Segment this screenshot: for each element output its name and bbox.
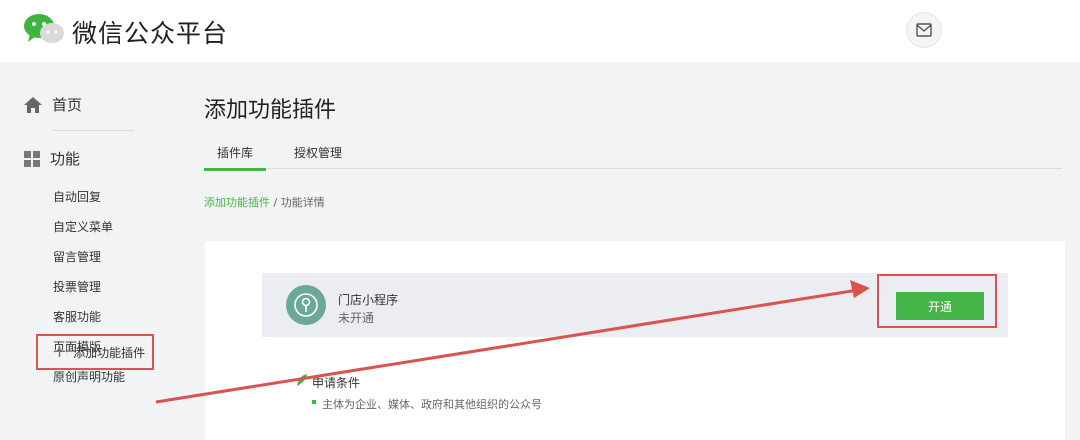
sidebar-item-add-plugin-label: 添加功能插件 — [73, 345, 146, 360]
page-title: 添加功能插件 — [204, 98, 337, 123]
plugin-name: 门店小程序 — [338, 293, 399, 307]
bullet-icon — [312, 400, 316, 404]
breadcrumb-separator: / — [273, 196, 278, 209]
store-miniprogram-icon — [286, 285, 326, 325]
sidebar-divider — [52, 130, 134, 131]
breadcrumb-current: 功能详情 — [280, 196, 325, 209]
tab-authorization[interactable]: 授权管理 — [294, 144, 342, 161]
sidebar-item-original-declaration[interactable]: 原创声明功能 — [53, 368, 125, 385]
grid-icon — [24, 150, 40, 167]
conditions-title: 申请条件 — [312, 376, 361, 390]
plugin-status: 未开通 — [338, 311, 375, 325]
condition-item: 主体为企业、媒体、政府和其他组织的公众号 — [322, 398, 542, 411]
tab-plugin-library[interactable]: 插件库 — [204, 144, 266, 171]
sidebar-item-comments[interactable]: 留言管理 — [53, 248, 101, 265]
sidebar-item-home[interactable]: 首页 — [24, 94, 82, 115]
wechat-logo-icon[interactable] — [22, 12, 66, 46]
leaf-icon — [297, 374, 307, 386]
mail-icon — [916, 23, 932, 37]
plus-icon: + — [52, 341, 68, 362]
top-bar: 微信公众平台 — [0, 0, 1080, 62]
sidebar-item-auto-reply[interactable]: 自动回复 — [53, 188, 101, 205]
brand-title[interactable]: 微信公众平台 — [72, 14, 228, 50]
mail-button[interactable] — [906, 12, 942, 48]
breadcrumb-link-add-plugin[interactable]: 添加功能插件 — [204, 196, 270, 209]
sidebar: 首页 功能 自动回复 自定义菜单 留言管理 投票管理 客服功能 页面模版 原创声… — [0, 62, 175, 440]
sidebar-group-features[interactable]: 功能 — [24, 148, 80, 169]
sidebar-item-customer-service[interactable]: 客服功能 — [53, 308, 101, 325]
breadcrumb: 添加功能插件 / 功能详情 — [204, 194, 325, 210]
sidebar-group-label: 功能 — [50, 150, 81, 168]
open-plugin-button[interactable]: 开通 — [896, 292, 984, 320]
tab-bar: 插件库 授权管理 — [204, 134, 1062, 171]
home-icon — [24, 96, 42, 113]
sidebar-item-add-plugin[interactable]: + 添加功能插件 — [36, 334, 154, 370]
sidebar-item-votes[interactable]: 投票管理 — [53, 278, 101, 295]
sidebar-item-custom-menu[interactable]: 自定义菜单 — [53, 218, 113, 235]
sidebar-item-home-label: 首页 — [52, 96, 83, 114]
